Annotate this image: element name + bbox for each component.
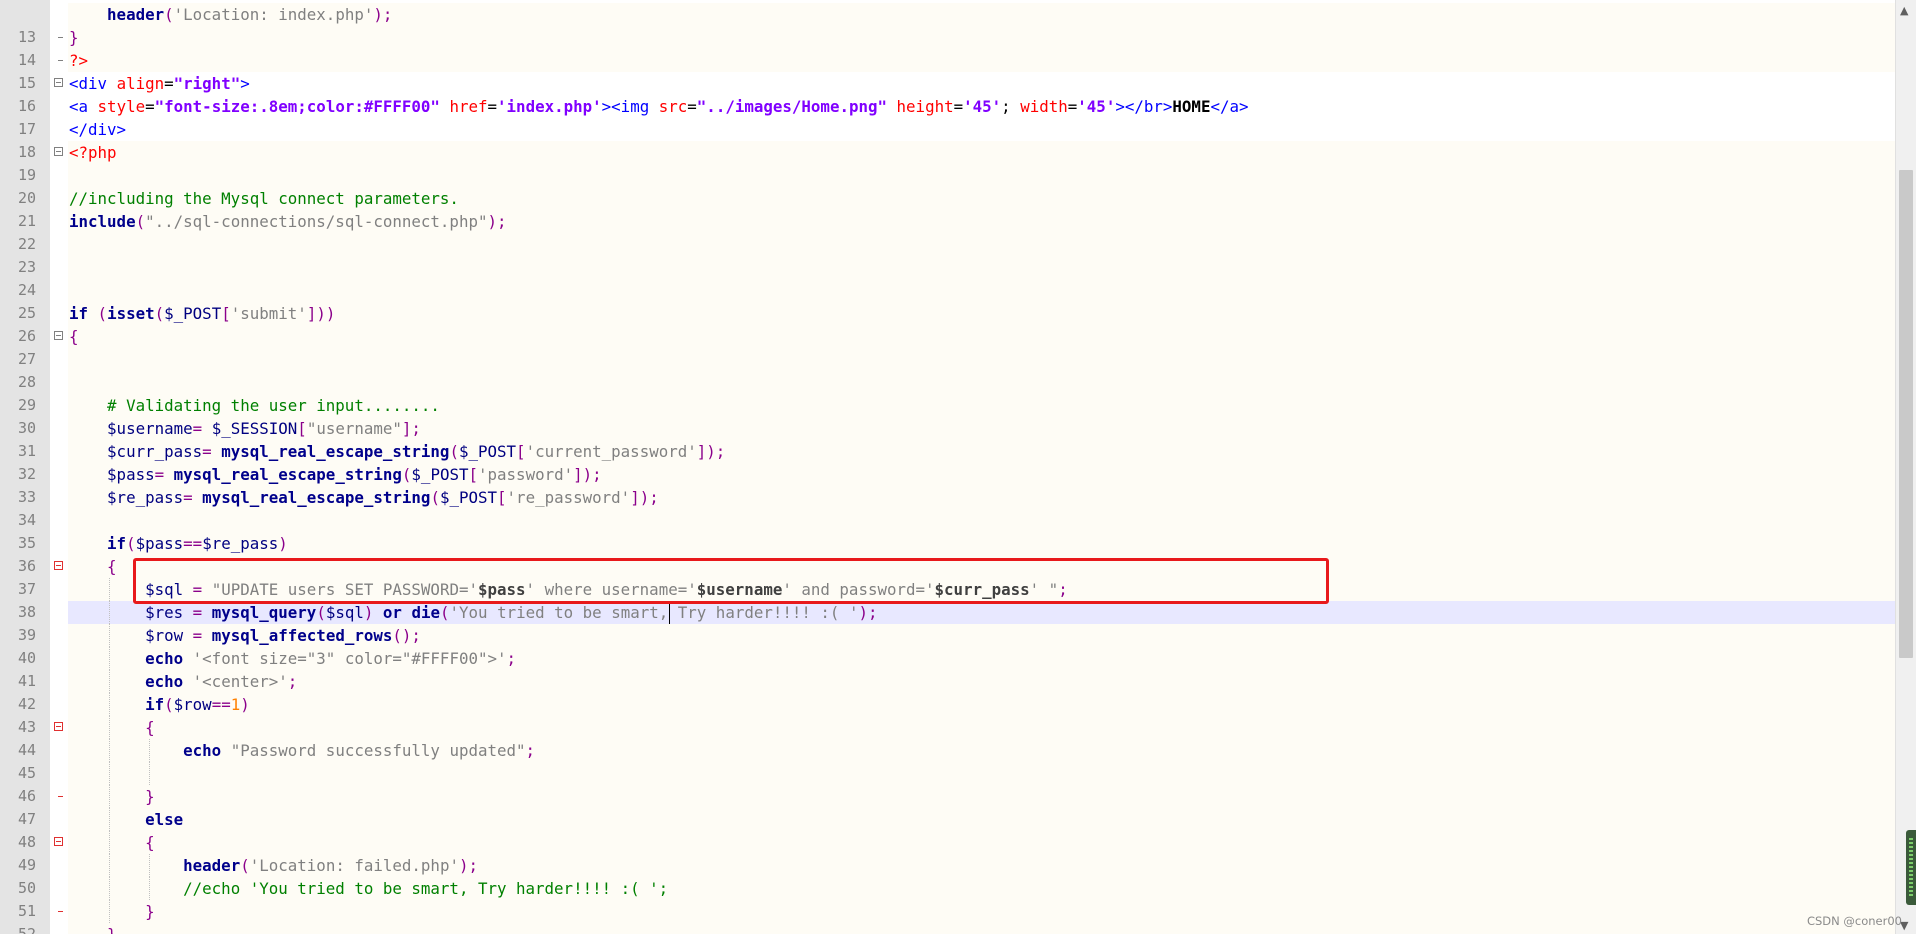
code-line[interactable]: 51 //echo 'You tried to be smart, Try ha… xyxy=(0,877,1895,920)
code-lines[interactable]: 13 header('Location: index.php'); 14 } 1… xyxy=(0,3,1895,934)
line-code[interactable]: $res = mysql_query($sql) or die('You tri… xyxy=(68,601,1895,624)
line-code[interactable]: //including the Mysql connect parameters… xyxy=(68,187,1895,210)
code-line[interactable]: 14 } xyxy=(0,26,1895,69)
line-code[interactable]: $row = mysql_affected_rows(); xyxy=(68,624,1895,647)
vertical-scrollbar[interactable]: ▲ ▼ xyxy=(1895,0,1916,934)
code-line[interactable]: 20 xyxy=(0,164,1895,207)
code-line[interactable]: 23 xyxy=(0,233,1895,276)
line-code[interactable]: { xyxy=(68,716,1895,739)
line-code[interactable]: { xyxy=(68,831,1895,854)
code-line[interactable]: 29 xyxy=(0,371,1895,414)
line-code[interactable]: $re_pass= mysql_real_escape_string($_POS… xyxy=(68,486,1895,509)
code-line[interactable]: 52 } xyxy=(0,900,1895,934)
line-code[interactable]: } xyxy=(68,900,1895,923)
line-code[interactable]: { xyxy=(68,325,1895,348)
fold-toggle-icon[interactable] xyxy=(54,147,63,156)
fold-toggle-icon[interactable] xyxy=(54,722,63,731)
line-code[interactable]: # Validating the user input........ xyxy=(68,394,1895,417)
scrollbar-thumb[interactable] xyxy=(1899,170,1913,658)
code-line[interactable]: 22 include("../sql-connections/sql-conne… xyxy=(0,210,1895,253)
code-line[interactable]: 53 } xyxy=(0,923,1895,934)
chevron-up-icon[interactable]: ▲ xyxy=(1900,4,1908,17)
code-line[interactable]: 21 //including the Mysql connect paramet… xyxy=(0,187,1895,230)
code-line[interactable]: 27 { xyxy=(0,325,1895,368)
code-line[interactable]: 49 { xyxy=(0,831,1895,874)
line-code[interactable]: $curr_pass= mysql_real_escape_string($_P… xyxy=(68,440,1895,463)
code-line[interactable]: 30 # Validating the user input........ xyxy=(0,394,1895,437)
code-editor[interactable]: 13 header('Location: index.php'); 14 } 1… xyxy=(0,0,1916,934)
line-code[interactable]: </div> xyxy=(68,118,1895,141)
code-line[interactable]: 32 $curr_pass= mysql_real_escape_string(… xyxy=(0,440,1895,483)
code-line[interactable]: 19 <?php xyxy=(0,141,1895,184)
line-code[interactable]: if($row==1) xyxy=(68,693,1895,716)
code-line[interactable]: 35 xyxy=(0,509,1895,552)
code-line[interactable]: 26 if (isset($_POST['submit'])) xyxy=(0,302,1895,345)
code-line[interactable]: 39 $res = mysql_query($sql) or die('You … xyxy=(0,601,1895,644)
code-line[interactable]: 42 echo '<center>'; xyxy=(0,670,1895,713)
line-code[interactable]: } xyxy=(68,26,1895,49)
line-code[interactable]: header('Location: failed.php'); xyxy=(68,854,1895,877)
line-code[interactable]: ?> xyxy=(68,49,1895,72)
code-line[interactable]: 28 xyxy=(0,348,1895,391)
code-line[interactable]: 15 ?> xyxy=(0,49,1895,92)
code-line[interactable]: 36 if($pass==$re_pass) xyxy=(0,532,1895,575)
line-code[interactable] xyxy=(68,279,1895,302)
code-line[interactable]: 41 echo '<font size="3" color="#FFFF00">… xyxy=(0,647,1895,690)
code-line[interactable]: 25 xyxy=(0,279,1895,322)
code-line[interactable]: 44 { xyxy=(0,716,1895,759)
line-code[interactable]: include("../sql-connections/sql-connect.… xyxy=(68,210,1895,233)
line-code[interactable]: <?php xyxy=(68,141,1895,164)
line-code[interactable]: else xyxy=(68,808,1895,831)
code-line[interactable]: 46 xyxy=(0,762,1895,805)
line-code[interactable]: if($pass==$re_pass) xyxy=(68,532,1895,555)
fold-toggle-icon[interactable] xyxy=(54,837,63,846)
code-line[interactable]: 17 <a style="font-size:.8em;color:#FFFF0… xyxy=(0,95,1895,138)
fold-end-marker xyxy=(58,796,63,797)
line-code[interactable]: $pass= mysql_real_escape_string($_POST['… xyxy=(68,463,1895,486)
fold-toggle-icon[interactable] xyxy=(54,331,63,340)
code-line[interactable]: 13 header('Location: index.php'); xyxy=(0,3,1895,46)
line-code[interactable] xyxy=(68,233,1895,256)
fold-toggle-icon[interactable] xyxy=(54,78,63,87)
fold-end-marker xyxy=(58,911,63,912)
line-code[interactable]: <div align="right"> xyxy=(68,72,1895,95)
text-caret xyxy=(669,604,670,624)
code-line[interactable]: 43 if($row==1) xyxy=(0,693,1895,736)
fold-toggle-icon[interactable] xyxy=(54,561,63,570)
line-code[interactable] xyxy=(68,348,1895,371)
code-line[interactable]: 33 $pass= mysql_real_escape_string($_POS… xyxy=(0,463,1895,506)
line-code[interactable]: echo '<font size="3" color="#FFFF00">'; xyxy=(68,647,1895,670)
overview-marker-icon[interactable] xyxy=(1906,830,1916,905)
code-line[interactable]: 31 $username= $_SESSION["username"]; xyxy=(0,417,1895,460)
code-line[interactable]: 45 echo "Password successfully updated"; xyxy=(0,739,1895,782)
code-line[interactable]: 18 </div> xyxy=(0,118,1895,161)
code-line[interactable]: 50 header('Location: failed.php'); xyxy=(0,854,1895,897)
line-code[interactable] xyxy=(68,164,1895,187)
code-line[interactable]: 48 else xyxy=(0,808,1895,851)
line-code[interactable]: //echo 'You tried to be smart, Try harde… xyxy=(68,877,1895,900)
code-line[interactable]: 34 $re_pass= mysql_real_escape_string($_… xyxy=(0,486,1895,529)
line-code[interactable] xyxy=(68,256,1895,279)
line-code[interactable]: } xyxy=(68,785,1895,808)
line-code[interactable]: } xyxy=(68,923,1895,934)
line-code[interactable]: $username= $_SESSION["username"]; xyxy=(68,417,1895,440)
code-line[interactable]: 16 <div align="right"> xyxy=(0,72,1895,115)
code-line[interactable]: 24 xyxy=(0,256,1895,299)
code-line[interactable]: 47 } xyxy=(0,785,1895,828)
fold-end-marker xyxy=(58,37,63,38)
line-code[interactable] xyxy=(68,371,1895,394)
line-code[interactable]: if (isset($_POST['submit'])) xyxy=(68,302,1895,325)
line-code[interactable] xyxy=(68,762,1895,785)
watermark: CSDN @coner00 xyxy=(1806,914,1902,928)
line-code[interactable]: <a style="font-size:.8em;color:#FFFF00" … xyxy=(68,95,1895,118)
fold-end-marker xyxy=(58,60,63,61)
line-code[interactable] xyxy=(68,509,1895,532)
line-code[interactable]: header('Location: index.php'); xyxy=(68,3,1895,26)
annotation-highlight-box xyxy=(133,558,1329,604)
code-line[interactable]: 40 $row = mysql_affected_rows(); xyxy=(0,624,1895,667)
line-code[interactable]: echo "Password successfully updated"; xyxy=(68,739,1895,762)
line-code[interactable]: echo '<center>'; xyxy=(68,670,1895,693)
